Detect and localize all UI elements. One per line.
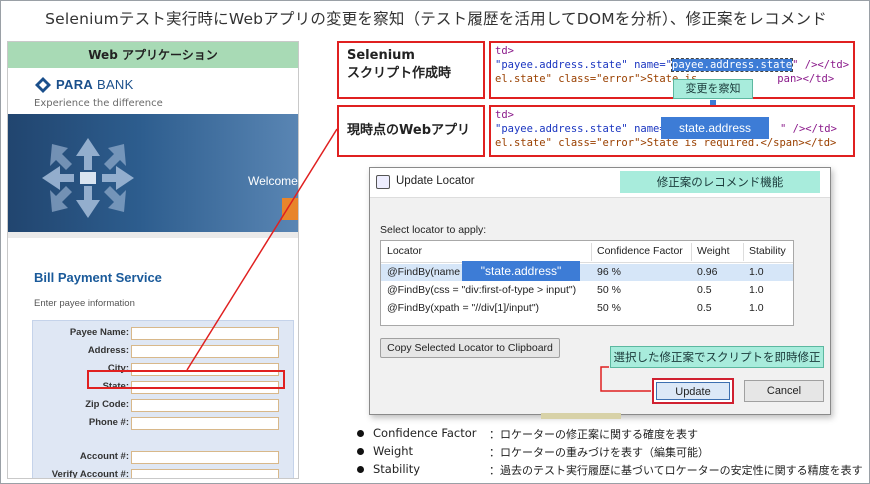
row1-weight: 0.96 <box>697 266 718 278</box>
logo-text: BANK <box>93 77 134 92</box>
column-locator[interactable]: Locator <box>387 245 422 257</box>
slide-title: Seleniumテスト実行時にWebアプリの変更を察知（テスト履歴を活用してDO… <box>45 10 827 28</box>
column-stability[interactable]: Stability <box>749 245 786 257</box>
zip-code-label: Zip Code: <box>85 399 129 410</box>
update-button[interactable]: Update <box>656 382 730 400</box>
form-row-payee-name: Payee Name: <box>33 327 295 341</box>
logo-text-bold: PARA <box>56 77 94 92</box>
parabank-logo-icon <box>35 77 51 93</box>
legend-definition: ：ロケーターの修正案に関する確度を表す <box>489 428 698 441</box>
legend-item: Stability ：過去のテスト実行履歴に基づいてロケーターの安定性に関する精… <box>357 461 867 479</box>
banner-strip <box>8 232 298 238</box>
state-address-pill: "state.address" <box>462 261 580 281</box>
cancel-button[interactable]: Cancel <box>744 380 824 402</box>
row2-stability: 1.0 <box>749 284 764 296</box>
bill-payment-subtitle: Enter payee information <box>34 298 135 309</box>
auto-fix-label: 選択した修正案でスクリプトを即時修正 <box>610 346 824 368</box>
row1-locator: @FindBy(name = <box>387 266 470 278</box>
row3-locator: @FindBy(xpath = "//div[1]/input") <box>387 302 540 314</box>
new-state-address-highlight: state.address <box>661 117 769 139</box>
legend-term: Confidence Factor <box>373 426 477 440</box>
bullet-icon <box>357 448 364 455</box>
verify-account-label: Verify Account #: <box>51 469 129 479</box>
table-row[interactable]: @FindBy(xpath = "//div[1]/input") 50 % 0… <box>381 300 793 317</box>
payee-form: Payee Name: Address: City: State: Zip Co… <box>32 320 295 479</box>
row1-confidence: 96 % <box>597 266 621 278</box>
web-app-panel: Web アプリケーション PARA BANK Experience the di… <box>7 41 299 479</box>
form-row-phone: Phone #: <box>33 417 295 431</box>
current-webapp-label: 現時点のWebアプリ <box>337 105 485 157</box>
zip-code-input[interactable] <box>131 399 279 412</box>
address-input[interactable] <box>131 345 279 358</box>
code-before-line2-start: "payee.address.state" name=" <box>495 59 673 71</box>
script-creation-label: Selenium スクリプト作成時 <box>337 41 485 99</box>
background-window-edge <box>541 413 621 419</box>
hero-banner: Welcome <box>8 114 298 232</box>
account-input[interactable] <box>131 451 279 464</box>
copy-locator-button[interactable]: Copy Selected Locator to Clipboard <box>380 338 560 358</box>
code-before-line3-start: el.state" class="error">State is <box>495 73 698 85</box>
code-snippet-before: td> "payee.address.state" name="payee.ad… <box>489 41 855 99</box>
payee-name-input[interactable] <box>131 327 279 340</box>
bullet-icon <box>357 466 364 473</box>
table-row[interactable]: @FindBy(css = "div:first-of-type > input… <box>381 282 793 299</box>
form-row-zip: Zip Code: <box>33 399 295 413</box>
legend-term: Stability <box>373 462 421 476</box>
column-weight[interactable]: Weight <box>697 245 730 257</box>
dialog-app-icon <box>376 175 390 189</box>
table-row[interactable]: @FindBy(name = 96 % 0.96 1.0 <box>381 264 793 281</box>
account-label: Account #: <box>79 451 129 462</box>
legend-item: Weight ：ロケーターの重みづけを表す（編集可能） <box>357 443 867 461</box>
code-before-line3-end: pan></td> <box>777 73 835 85</box>
row3-confidence: 50 % <box>597 302 621 314</box>
banner-arrows-icon <box>42 138 134 218</box>
change-detected-label: 変更を察知 <box>673 79 753 99</box>
row2-confidence: 50 % <box>597 284 621 296</box>
select-locator-label: Select locator to apply: <box>380 224 487 236</box>
legend-definition: ：過去のテスト実行履歴に基づいてロケーターの安定性に関する精度を表す <box>489 464 863 477</box>
code-after-line2-start: "payee.address.state" name=" <box>495 123 673 135</box>
welcome-text: Welcome <box>248 174 298 188</box>
script-label-line2: スクリプト作成時 <box>347 66 452 81</box>
dialog-title: Update Locator <box>396 175 475 187</box>
code-after-line2-end: " /></td> <box>780 123 837 135</box>
bill-payment-title: Bill Payment Service <box>34 270 162 285</box>
update-locator-dialog: Update Locator 修正案のレコメンド機能 Select locato… <box>369 167 831 415</box>
tagline: Experience the difference <box>34 98 163 109</box>
code-before-line1: td> <box>495 45 514 57</box>
code-before-selected[interactable]: payee.address.state <box>671 58 794 72</box>
verify-account-input[interactable] <box>131 469 279 478</box>
banner-orange-button[interactable] <box>282 198 298 220</box>
row3-weight: 0.5 <box>697 302 712 314</box>
bullet-icon <box>357 430 364 437</box>
slide: Seleniumテスト実行時にWebアプリの変更を察知（テスト履歴を活用してDO… <box>0 0 870 484</box>
column-confidence[interactable]: Confidence Factor <box>597 245 683 257</box>
legend-definition: ：ロケーターの重みづけを表す（編集可能） <box>489 446 709 459</box>
form-row-address: Address: <box>33 345 295 359</box>
web-app-header: Web アプリケーション <box>8 42 298 68</box>
dialog-titlebar[interactable]: Update Locator 修正案のレコメンド機能 <box>370 168 830 198</box>
address-label: Address: <box>87 345 129 356</box>
current-webapp-text: 現時点のWebアプリ <box>347 123 470 138</box>
locator-table: Locator Confidence Factor Weight Stabili… <box>380 240 794 326</box>
state-row-highlight <box>87 370 285 389</box>
payee-name-label: Payee Name: <box>69 327 129 338</box>
update-button-highlight: Update <box>652 378 734 404</box>
legend-item: Confidence Factor ：ロケーターの修正案に関する確度を表す <box>357 425 867 443</box>
phone-label: Phone #: <box>88 417 129 428</box>
form-row-verify-account: Verify Account #: <box>33 469 295 479</box>
row3-stability: 1.0 <box>749 302 764 314</box>
row2-locator: @FindBy(css = "div:first-of-type > input… <box>387 284 577 296</box>
legend-term: Weight <box>373 444 414 458</box>
row2-weight: 0.5 <box>697 284 712 296</box>
row1-stability: 1.0 <box>749 266 764 278</box>
form-row-account: Account #: <box>33 451 295 465</box>
phone-input[interactable] <box>131 417 279 430</box>
script-label-line1: Selenium <box>347 48 415 63</box>
code-after-line1: td> <box>495 109 514 121</box>
code-before-line2-end: " /></td> <box>792 59 850 71</box>
locator-table-header: Locator Confidence Factor Weight Stabili… <box>381 241 793 263</box>
recommend-feature-label: 修正案のレコメンド機能 <box>620 171 820 193</box>
